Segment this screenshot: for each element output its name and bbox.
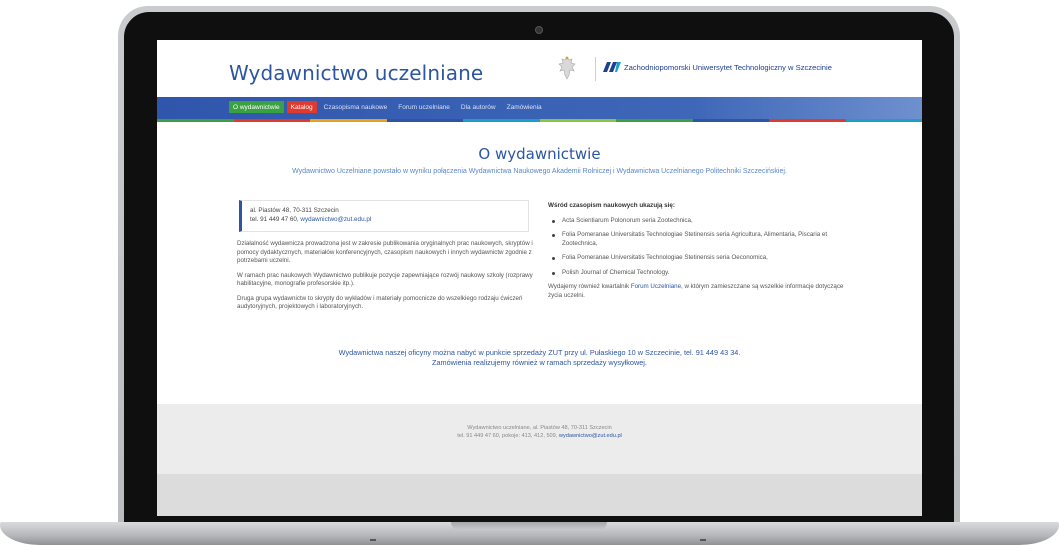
address-line: al. Piastów 48, 70-311 Szczecin bbox=[250, 207, 339, 214]
paragraph: Działalność wydawnicza prowadzona jest w… bbox=[237, 240, 533, 264]
nav-item-zamowienia[interactable]: Zamówienia bbox=[503, 101, 546, 113]
nav-item-o-wydawnictwie[interactable]: O wydawnictwie bbox=[229, 101, 284, 113]
list-item: Folia Pomeranae Universitatis Technologi… bbox=[548, 254, 848, 263]
university-name: Zachodniopomorski Uniwersytet Technologi… bbox=[624, 62, 832, 72]
camera-icon bbox=[535, 26, 543, 34]
journals-heading: Wśród czasopism naukowych ukazują się: bbox=[548, 202, 676, 209]
main-content: O wydawnictwie Wydawnictwo Uczelniane po… bbox=[157, 122, 922, 404]
main-navbar: O wydawnictwie Katalog Czasopisma naukow… bbox=[157, 97, 922, 119]
footer-address: Wydawnictwo uczelniane, al. Piastów 48, … bbox=[467, 425, 612, 431]
paragraph: W ramach prac naukowych Wydawnictwo publ… bbox=[237, 271, 533, 288]
browser-screen: Wydawnictwo uczelniane Zachodniopomorski… bbox=[157, 40, 922, 516]
page-title: O wydawnictwie bbox=[478, 145, 601, 163]
list-item: Acta Scientiarum Polonorum seria Zootech… bbox=[548, 217, 848, 226]
address-box: al. Piastów 48, 70-311 Szczecin tel. 91 … bbox=[239, 200, 529, 232]
zut-logo-icon bbox=[603, 62, 621, 72]
email-link[interactable]: wydawnictwo@zut.edu.pl bbox=[300, 216, 371, 223]
contact-line: tel. 91 449 47 60, wydawnictwo@zut.edu.p… bbox=[250, 215, 520, 224]
list-item: Folia Pomeranae Universitatis Technologi… bbox=[548, 231, 848, 248]
forum-paragraph: Wydajemy również kwartalnik Forum Uczeln… bbox=[548, 283, 848, 300]
footer-email-link[interactable]: wydawnictwo@zut.edu.pl bbox=[559, 433, 622, 439]
site-header: Wydawnictwo uczelniane Zachodniopomorski… bbox=[157, 40, 922, 97]
forum-text: Wydajemy również kwartalnik bbox=[548, 283, 630, 290]
phone-text: tel. 91 449 47 60, bbox=[250, 216, 299, 223]
forum-link[interactable]: Forum Uczelniane bbox=[631, 283, 681, 290]
nav-item-dla-autorow[interactable]: Dla autorów bbox=[457, 101, 500, 113]
site-footer: Wydawnictwo uczelniane, al. Piastów 48, … bbox=[157, 404, 922, 474]
footer-contact: tel. 91 449 47 60, pokoje: 413, 412, 509… bbox=[157, 432, 922, 440]
eagle-emblem-icon bbox=[558, 56, 576, 80]
list-item: Polish Journal of Chemical Technology. bbox=[548, 269, 848, 278]
laptop-foot bbox=[370, 539, 376, 541]
journals-list: Acta Scientiarum Polonorum seria Zootech… bbox=[548, 217, 848, 278]
paragraph: Druga grupa wydawnictw to skrypty do wyk… bbox=[237, 294, 523, 311]
sales-line: Zamówienia realizujemy również w ramach … bbox=[432, 358, 647, 367]
nav-item-katalog[interactable]: Katalog bbox=[286, 101, 317, 113]
laptop-notch bbox=[451, 522, 607, 530]
page-lead: Wydawnictwo Uczelniane powstało w wyniku… bbox=[292, 168, 787, 175]
university-logo[interactable]: Zachodniopomorski Uniwersytet Technologi… bbox=[603, 62, 832, 72]
bottom-strip bbox=[157, 474, 922, 516]
left-column: Działalność wydawnicza prowadzona jest w… bbox=[237, 240, 535, 318]
site-title[interactable]: Wydawnictwo uczelniane bbox=[229, 61, 483, 85]
nav-item-forum[interactable]: Forum uczelniane bbox=[394, 101, 454, 113]
nav-item-czasopisma[interactable]: Czasopisma naukowe bbox=[320, 101, 392, 113]
right-column: Wśród czasopism naukowych ukazują się: A… bbox=[548, 202, 848, 300]
sales-note: Wydawnictwa naszej oficyny można nabyć w… bbox=[157, 348, 922, 368]
sales-line: Wydawnictwa naszej oficyny można nabyć w… bbox=[338, 348, 741, 357]
footer-text: Wydawnictwo uczelniane, al. Piastów 48, … bbox=[157, 424, 922, 440]
laptop-foot bbox=[700, 539, 706, 541]
logo-divider bbox=[595, 57, 596, 81]
footer-phone: tel. 91 449 47 60, pokoje: 413, 412, 509… bbox=[457, 433, 558, 439]
